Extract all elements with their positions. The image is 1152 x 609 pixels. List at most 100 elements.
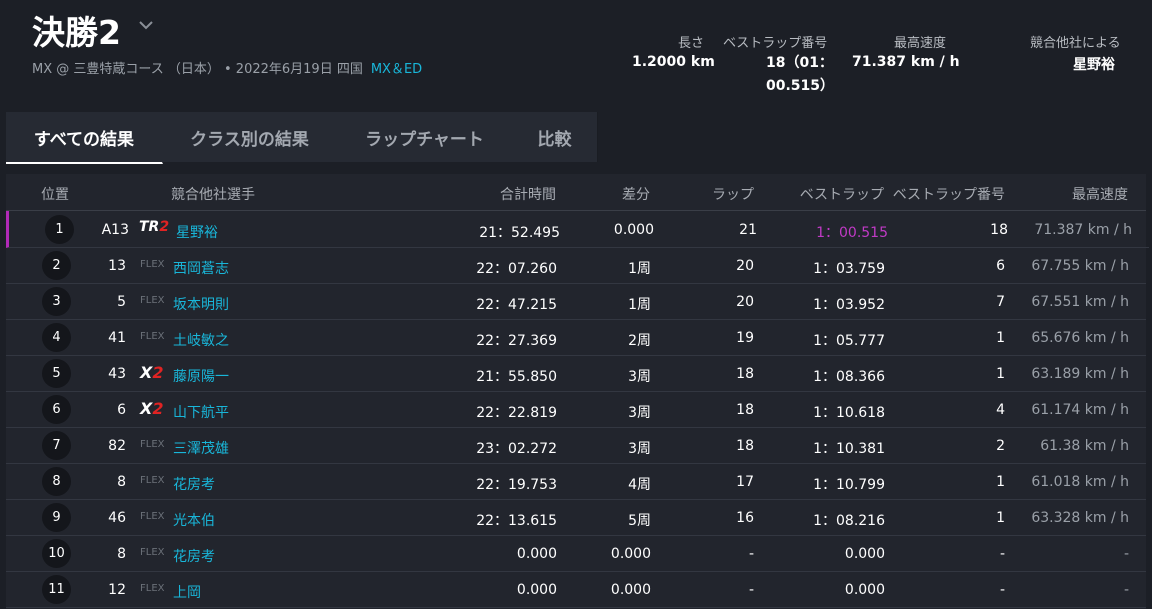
- flex-logo-icon: FLEX: [140, 511, 165, 522]
- laps: 19: [736, 330, 754, 346]
- best-lap-number: 4: [996, 402, 1005, 418]
- competitor-name-link[interactable]: 光本伯: [173, 510, 215, 530]
- top-speed: 61.38 km / h: [1040, 438, 1129, 454]
- competitor-name-link[interactable]: 星野裕: [176, 222, 218, 242]
- competitor-name-link[interactable]: 三澤茂雄: [173, 438, 229, 458]
- best-lap: 1：10.618: [813, 405, 885, 421]
- best-lap-number: -: [999, 582, 1005, 598]
- col-gap[interactable]: 差分: [622, 184, 650, 204]
- laps: 18: [736, 402, 754, 418]
- total-time: 22：19.753: [476, 477, 557, 493]
- best-lap: 1：05.777: [813, 333, 885, 349]
- laps: 20: [736, 294, 754, 310]
- table-row[interactable]: 7 82 FLEX 三澤茂雄 23：02.272 3周 18 1：10.381 2 61.38 k…: [6, 427, 1146, 464]
- table-row[interactable]: 11 12 FLEX 上岡 0.000 0.000 - 0.000 - -: [6, 571, 1146, 608]
- table-row[interactable]: 1 A13 TR2 星野裕 21：52.495 0.000 21 1：00.515 18 71.3…: [6, 211, 1149, 248]
- best-lap-number: 1: [996, 366, 1005, 382]
- stat-competitor-label: 競合他社による: [1030, 36, 1121, 51]
- position-badge: 1: [45, 215, 74, 244]
- x2-logo-icon: X2: [140, 363, 164, 382]
- competitor-name-link[interactable]: 花房考: [173, 474, 215, 494]
- competitor-name-link[interactable]: 土岐敏之: [173, 330, 229, 350]
- table-row[interactable]: 8 8 FLEX 花房考 22：19.753 4周 17 1：10.799 1 61.018 km…: [6, 463, 1146, 500]
- organizer-link[interactable]: MX＆ED: [371, 62, 422, 77]
- gap: 0.000: [610, 546, 651, 562]
- top-speed: 71.387 km / h: [1034, 222, 1132, 238]
- flex-logo-icon: FLEX: [140, 295, 165, 306]
- tr2-logo-icon: TR2: [139, 219, 170, 235]
- total-time: 22：22.819: [476, 405, 557, 421]
- race-number: 82: [108, 438, 126, 454]
- table-header: 位置 競合他社選手 合計時間 差分 ラップ ベストラップ ベストラップ番号 最高…: [6, 174, 1146, 211]
- tab-class-results[interactable]: クラス別の結果: [162, 112, 338, 162]
- position-badge: 8: [42, 467, 71, 496]
- col-competitor[interactable]: 競合他社選手: [171, 184, 255, 204]
- col-best-lap-no[interactable]: ベストラップ番号: [893, 184, 1005, 204]
- position-badge: 6: [42, 395, 71, 424]
- col-top-speed[interactable]: 最高速度: [1072, 184, 1128, 204]
- laps: -: [748, 582, 754, 598]
- position-badge: 2: [42, 251, 71, 280]
- tab-compare[interactable]: 比較: [512, 112, 598, 162]
- flex-logo-icon: FLEX: [140, 547, 165, 558]
- top-speed: -: [1123, 546, 1129, 562]
- tab-lap-chart[interactable]: ラップチャート: [337, 112, 513, 162]
- gap: 0.000: [613, 222, 654, 238]
- competitor-name-link[interactable]: 山下航平: [173, 402, 229, 422]
- stat-bestlap-label: ベストラップ番号: [723, 36, 828, 51]
- total-time: 21：52.495: [479, 225, 560, 241]
- competitor-name-link[interactable]: 花房考: [173, 546, 215, 566]
- best-lap-number: 18: [990, 222, 1008, 238]
- table-row[interactable]: 5 43 X2 藤原陽一 21：55.850 3周 18 1：08.366 1 63.189 km…: [6, 355, 1146, 392]
- gap: 2周: [628, 333, 651, 349]
- table-row[interactable]: 9 46 FLEX 光本伯 22：13.615 5周 16 1：08.216 1 63.328 k…: [6, 499, 1146, 536]
- position-badge: 9: [42, 503, 71, 532]
- competitor-name-link[interactable]: 上岡: [173, 582, 201, 602]
- flex-logo-icon: FLEX: [140, 259, 165, 270]
- table-row[interactable]: 6 6 X2 山下航平 22：22.819 3周 18 1：10.618 4 61.174 km …: [6, 391, 1146, 428]
- competitor-name-link[interactable]: 藤原陽一: [173, 366, 229, 386]
- chevron-down-icon[interactable]: [138, 17, 154, 33]
- position-badge: 10: [42, 539, 71, 568]
- col-position[interactable]: 位置: [41, 184, 69, 204]
- race-number: 41: [108, 330, 126, 346]
- total-time: 22：47.215: [476, 297, 557, 313]
- laps: -: [748, 546, 754, 562]
- total-time: 22：27.369: [476, 333, 557, 349]
- best-lap-number: 1: [996, 474, 1005, 490]
- stat-topspeed-value: 71.387 km / h: [852, 54, 960, 70]
- top-speed: -: [1123, 582, 1129, 598]
- gap: 5周: [628, 513, 651, 529]
- col-total-time[interactable]: 合計時間: [500, 184, 556, 204]
- best-lap-number: 1: [996, 510, 1005, 526]
- col-best-lap[interactable]: ベストラップ: [800, 184, 884, 204]
- race-header: 決勝2 MX @ 三豊特蔵コース （日本） • 2022年6月19日 四国 MX＆…: [0, 0, 1152, 100]
- race-info: MX @ 三豊特蔵コース （日本） • 2022年6月19日 四国: [32, 62, 363, 77]
- gap: 3周: [628, 369, 651, 385]
- best-lap-number: -: [999, 546, 1005, 562]
- table-row[interactable]: 3 5 FLEX 坂本明則 22：47.215 1周 20 1：03.952 7 67.551 k…: [6, 283, 1146, 320]
- total-time: 22：13.615: [476, 513, 557, 529]
- table-row[interactable]: 10 8 FLEX 花房考 0.000 0.000 - 0.000 - -: [6, 535, 1146, 572]
- best-lap: 0.000: [844, 582, 885, 598]
- tab-all-results[interactable]: すべての結果: [6, 112, 163, 164]
- top-speed: 63.328 km / h: [1031, 510, 1129, 526]
- flex-logo-icon: FLEX: [140, 331, 165, 342]
- competitor-name-link[interactable]: 西岡蒼志: [173, 258, 229, 278]
- table-row[interactable]: 2 13 FLEX 西岡蒼志 22：07.260 1周 20 1：03.759 6 67.755 …: [6, 247, 1146, 284]
- best-lap-number: 1: [996, 330, 1005, 346]
- race-number: A13: [101, 222, 129, 238]
- flex-logo-icon: FLEX: [140, 475, 165, 486]
- table-row[interactable]: 4 41 FLEX 土岐敏之 22：27.369 2周 19 1：05.777 1 65.676 …: [6, 319, 1146, 356]
- position-badge: 4: [42, 323, 71, 352]
- best-lap: 1：00.515: [816, 225, 888, 241]
- col-laps[interactable]: ラップ: [712, 184, 754, 204]
- gap: 3周: [628, 405, 651, 421]
- laps: 17: [736, 474, 754, 490]
- competitor-name-link[interactable]: 坂本明則: [173, 294, 229, 314]
- laps: 21: [739, 222, 757, 238]
- top-speed: 63.189 km / h: [1031, 366, 1129, 382]
- best-lap: 1：03.759: [813, 261, 885, 277]
- laps: 18: [736, 438, 754, 454]
- gap: 0.000: [610, 582, 651, 598]
